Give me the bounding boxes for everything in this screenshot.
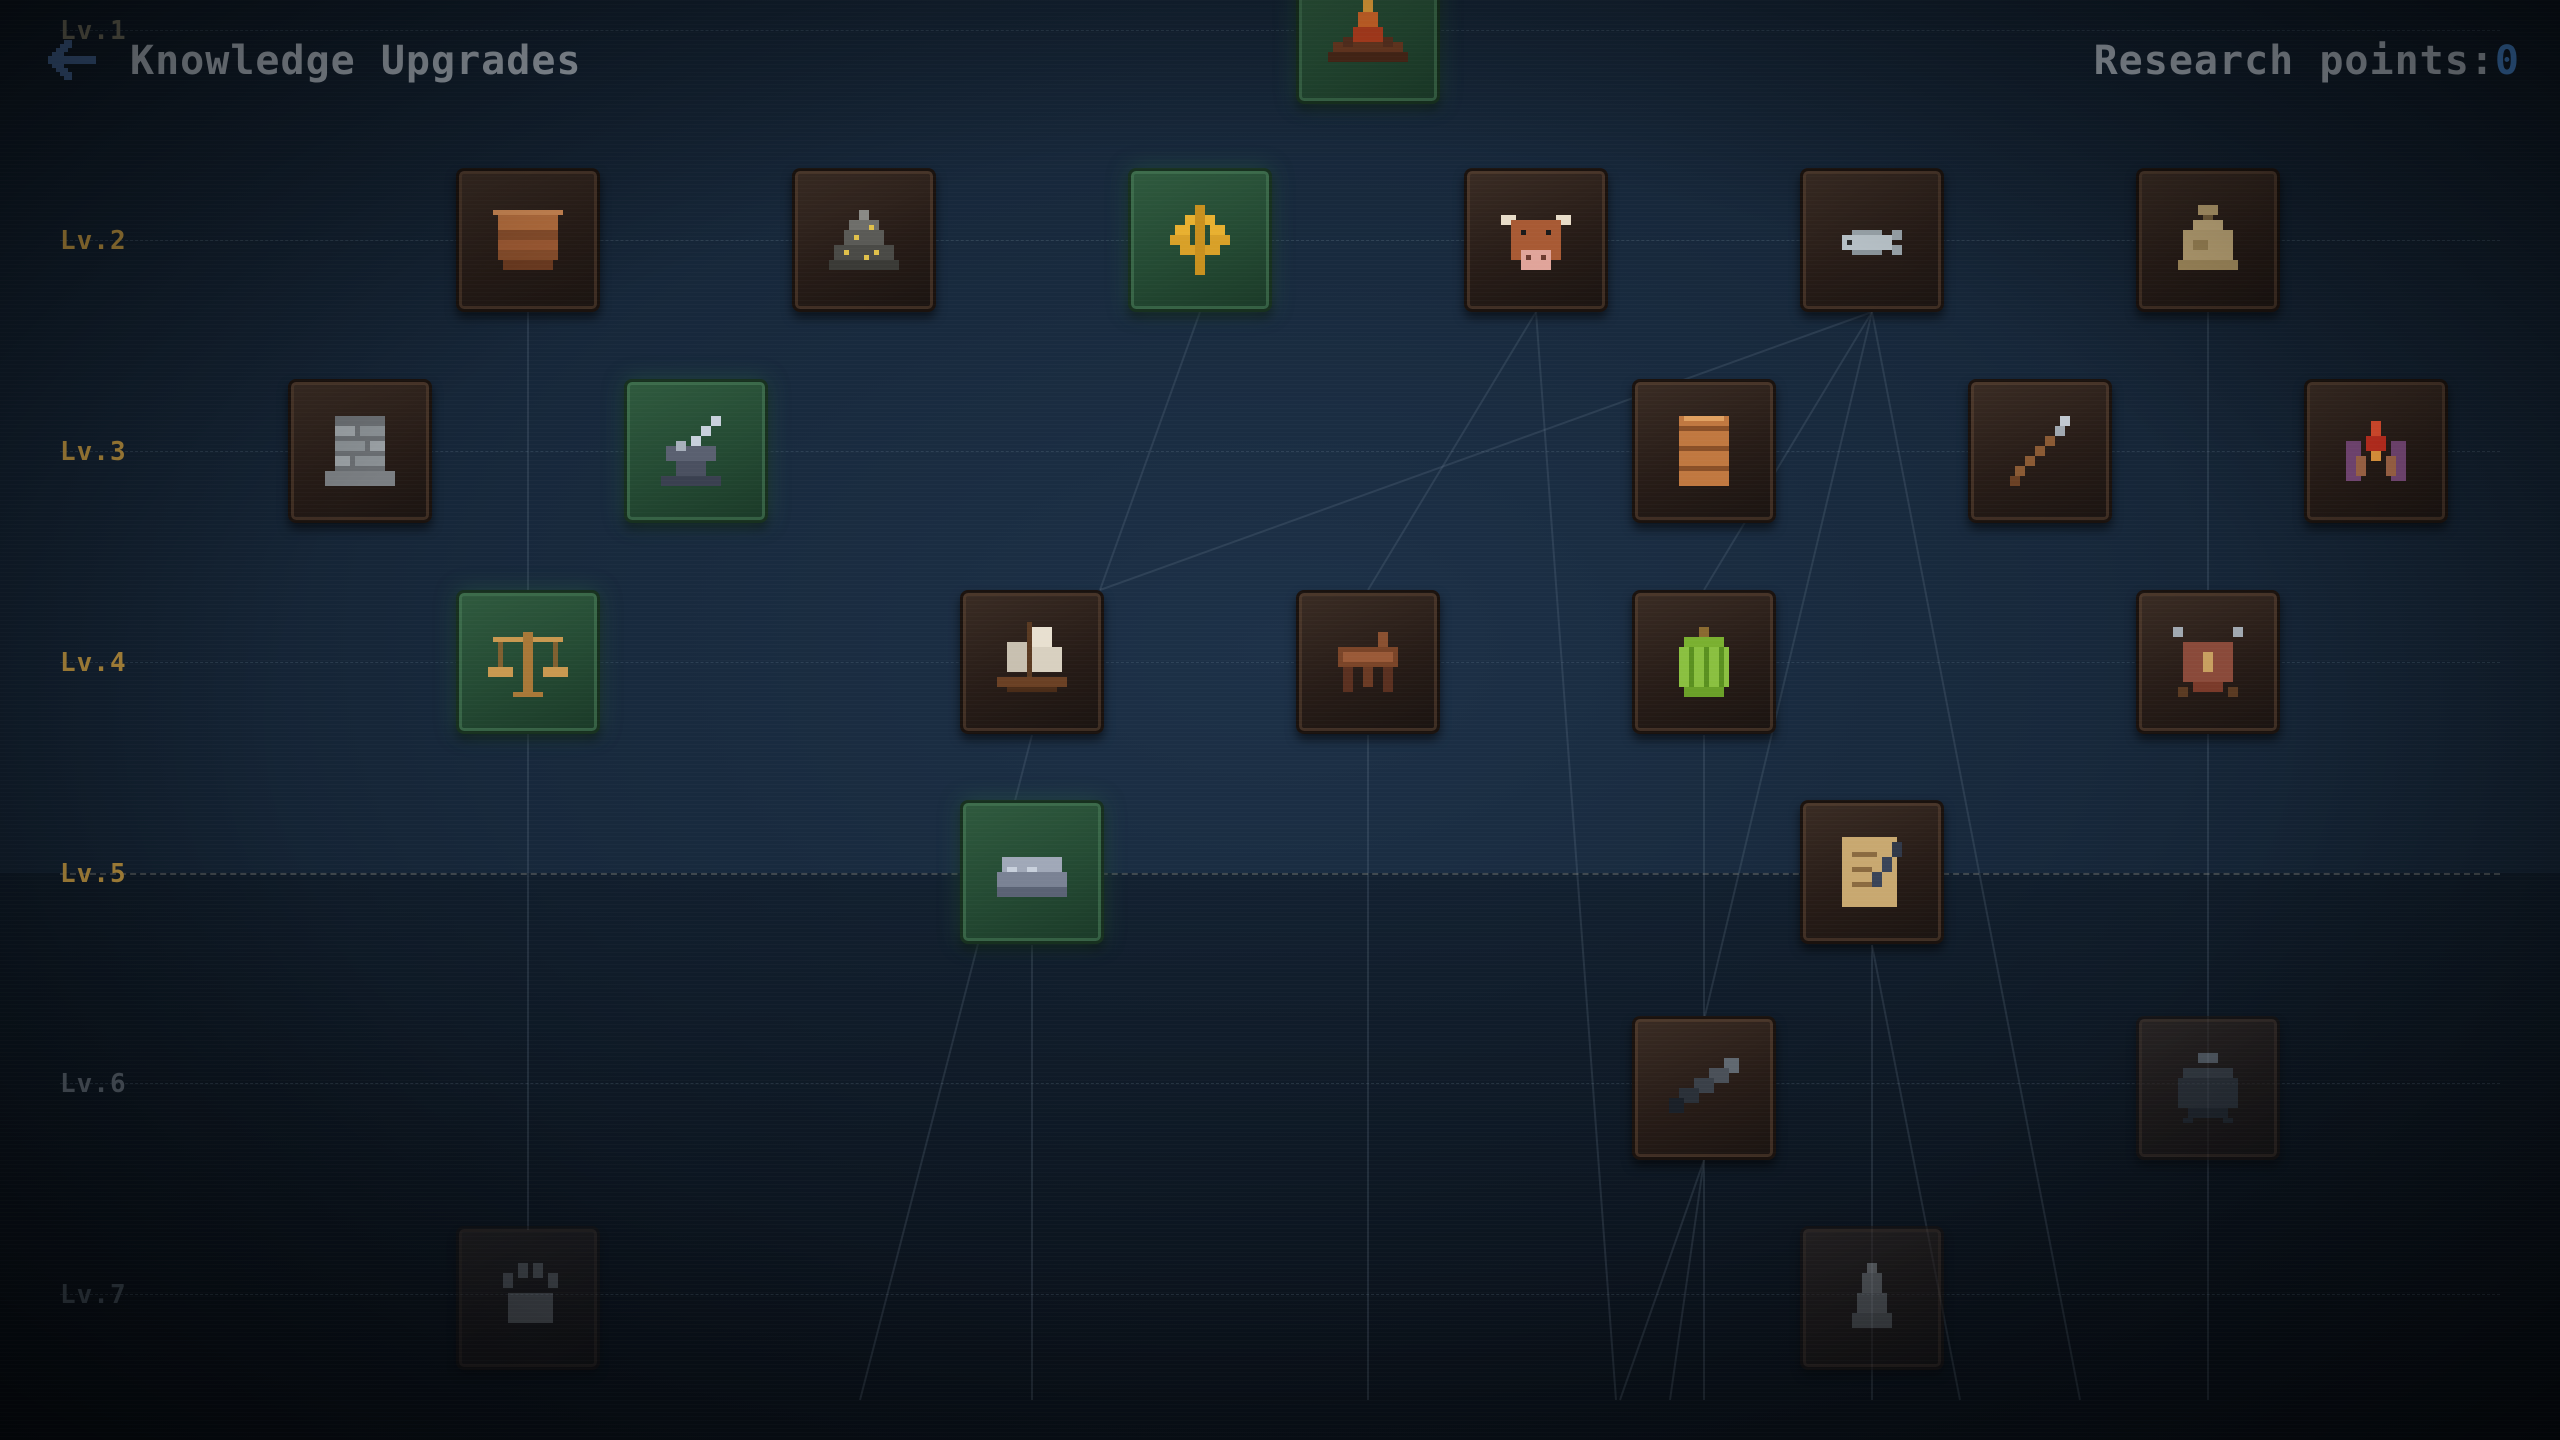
upgrade-cooking[interactable] [2136,1016,2280,1160]
upgrade-ritual[interactable] [2304,379,2448,523]
balance-scale-icon [488,632,568,697]
upgrade-smithing[interactable] [624,379,768,523]
back-arrow-icon[interactable] [48,40,96,80]
praying-hands-icon [1852,1263,1892,1328]
upgrade-spear[interactable] [1968,379,2112,523]
ore-pile-icon [829,210,899,270]
telescope-icon [1669,1058,1739,1113]
research-points-label: Research points: [2093,38,2495,84]
upgrade-ore-pile[interactable] [792,168,936,312]
upgrade-prayer[interactable] [1800,1226,1944,1370]
wheat-icon [1170,205,1230,275]
upgrade-fishing[interactable] [1800,168,1944,312]
sword-anvil-icon [661,416,721,486]
campfire-icon [1328,0,1408,62]
page-title: Knowledge Upgrades [130,38,582,84]
research-points-value: 0 [2494,38,2520,84]
upgrade-campfire[interactable] [1296,0,1440,104]
paw-print-icon [503,1263,558,1323]
wicker-basket-icon [493,210,563,270]
scroll-quill-icon [1842,837,1902,907]
spear-icon [2010,416,2070,486]
upgrade-stone-wall[interactable] [288,379,432,523]
upgrade-warfare[interactable] [2136,590,2280,734]
upgrade-taming[interactable] [456,1226,600,1370]
iron-ingot-icon [997,857,1067,897]
flame-hands-icon [2346,421,2406,481]
upgrade-iron-ingots[interactable] [960,800,1104,944]
upgrade-astronomy[interactable] [1632,1016,1776,1160]
fish-icon [1842,230,1902,255]
shield-spears-icon [2173,627,2243,697]
cauldron-icon [2178,1053,2238,1123]
upgrade-riding[interactable] [1296,590,1440,734]
upgrade-wheat[interactable] [1128,168,1272,312]
barrel-icon [1679,416,1729,486]
sack-icon [2178,205,2238,270]
green-melon-icon [1679,627,1729,697]
upgrade-cattle[interactable] [1464,168,1608,312]
upgrade-grain-sack[interactable] [2136,168,2280,312]
upgrade-writing[interactable] [1800,800,1944,944]
sailing-ship-icon [997,622,1067,692]
upgrade-sailing[interactable] [960,590,1104,734]
upgrade-storage-barrel[interactable] [1632,379,1776,523]
upgrade-trade-scales[interactable] [456,590,600,734]
cow-icon [1501,215,1571,270]
research-points-display: Research points:0 [2094,38,2520,84]
upgrade-cactus-fruit[interactable] [1632,590,1776,734]
saddle-icon [1338,632,1398,692]
upgrade-basket[interactable] [456,168,600,312]
stone-wall-icon [325,416,395,486]
header-bar: Knowledge Upgrades Research points:0 [0,30,2560,90]
